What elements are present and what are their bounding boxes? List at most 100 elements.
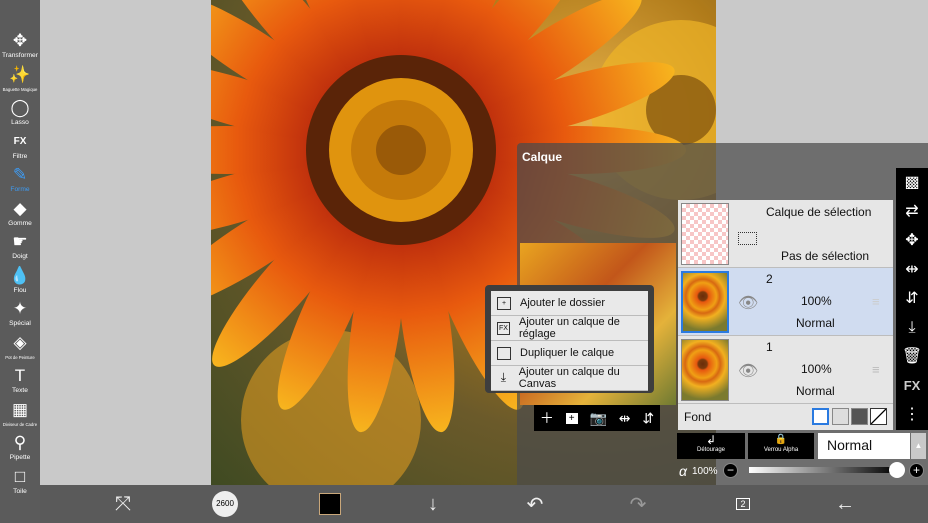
visibility-eye-icon[interactable]: 👁 [738,361,758,381]
menu-item[interactable]: ⤓ Ajouter un calque du Canvas [491,366,648,391]
bg-none-option[interactable] [870,408,887,425]
tool-eraser[interactable]: ◆ Gomme [0,199,40,228]
layer-row[interactable]: 👁 2 100% Normal ≡ [678,268,893,336]
tool-special[interactable]: ✦ Spécial [0,299,40,328]
menu-item-label: Dupliquer le calque [520,347,615,359]
merge-down-icon[interactable]: ⤓ [896,314,928,342]
tool-fx[interactable]: FX Filtre [0,132,40,161]
tool-label: Transformer [2,52,38,59]
special-icon: ✦ [12,299,28,318]
smudge-icon: ☛ [12,232,28,251]
tool-label: Texte [12,387,28,394]
opacity-slider-handle[interactable] [889,462,905,478]
add-special-layer-icon[interactable]: + [565,412,578,424]
layer-thumbnail [681,271,729,333]
opacity-increase-button[interactable]: + [909,463,924,478]
frame-divider-icon: ▦ [11,399,29,419]
move-icon[interactable]: ✥ [896,227,928,255]
bg-white-option[interactable] [812,408,829,425]
layer-thumbnail [681,339,729,401]
background-row: Fond [678,404,893,430]
visibility-eye-icon[interactable]: 👁 [738,293,758,313]
add-layer-menu: + Ajouter le dossier FX Ajouter un calque d… [485,285,654,393]
eyedropper-icon: ⚲ [13,433,27,452]
blend-mode-dropdown-icon[interactable]: ▲ [911,433,926,459]
flip-vertical-icon[interactable]: ⇵ [896,285,928,313]
flip-vertical-icon[interactable]: ⇵ [642,410,654,427]
duplicate-icon [497,346,511,360]
flip-horizontal-icon[interactable]: ⇹ [896,256,928,284]
lasso-icon: ◯ [10,98,30,117]
bg-dark-checker-option[interactable] [851,408,868,425]
layer-opacity: 100% [801,362,832,376]
tool-sidebar: ✥ Transformer ✨ Baguette Magique ◯ Lasso FX Fil… [0,0,40,523]
back-icon[interactable]: ← [830,485,860,523]
layer-actions-bar: ▩ ⇄ ✥ ⇹ ⇵ ⤓ 🗑 FX ⋮ [896,168,928,430]
tool-magic-wand[interactable]: ✨ Baguette Magique [0,65,40,94]
color-button[interactable] [317,485,343,523]
tool-bucket[interactable]: ◈ Pot de Peinture [0,333,40,362]
layers-button[interactable]: 2 [728,485,758,523]
brush-icon: ✎ [12,165,28,184]
opacity-decrease-button[interactable]: − [723,463,738,478]
clipping-button[interactable]: ↲ Détourage [677,433,745,459]
layer-blend-mode: Normal [796,316,835,330]
tool-label: Doigt [12,253,28,260]
alpha-icon: α [679,463,687,479]
tool-label: Spécial [9,320,31,327]
tool-label: Filtre [12,152,28,160]
menu-item[interactable]: + Ajouter le dossier [491,291,648,316]
text-icon: T [14,366,26,385]
background-label: Fond [684,410,712,424]
panel-title: Calque [522,150,563,164]
alpha-lock-button[interactable]: 🔒 Verrou Alpha [748,433,814,459]
selection-icon [738,232,757,245]
tool-text[interactable]: T Texte [0,366,40,395]
tool-smudge[interactable]: ☛ Doigt [0,232,40,261]
brush-size-button[interactable]: 2600 [210,485,240,523]
blur-icon: 💧 [9,265,31,285]
tool-label: Gomme [8,219,32,227]
redo-icon[interactable]: ↷ [623,485,653,523]
tool-label: Flou [13,286,27,294]
transfer-icon[interactable]: ⇄ [896,198,928,226]
tool-brush[interactable]: ✎ Forme [0,165,40,194]
checker-icon[interactable]: ▩ [896,169,928,197]
tool-label: Pipette [9,454,31,461]
opacity-slider[interactable] [749,467,897,473]
download-icon[interactable]: ↓ [418,485,448,523]
canvas-icon: □ [14,466,26,486]
fx-icon[interactable]: FX [896,372,928,400]
camera-icon[interactable]: 📷 [589,410,606,427]
tool-label: Forme [10,186,30,193]
trash-icon[interactable]: 🗑 [896,343,928,371]
selection-layer-row[interactable]: Calque de sélection Pas de sélection [678,200,893,268]
tool-blur[interactable]: 💧 Flou [0,266,40,295]
layer-thumbnail [681,203,729,265]
menu-item[interactable]: FX Ajouter un calque de réglage [491,316,648,341]
undo-icon[interactable]: ↶ [520,485,550,523]
flip-horizontal-icon[interactable]: ⇹ [619,410,631,427]
eraser-icon: ◆ [13,198,27,218]
layer-blend-mode: Normal [796,384,835,398]
tool-frame-divider[interactable]: ▦ Diviseur de Cadre [0,400,40,429]
move-icon: ✥ [12,31,28,50]
more-icon[interactable]: ⋮ [896,401,928,429]
blend-mode-select[interactable]: Normal [818,433,910,459]
tool-canvas[interactable]: □ Toile [0,467,40,496]
menu-item[interactable]: Dupliquer le calque [491,341,648,366]
menu-item-label: Ajouter un calque du Canvas [518,366,620,390]
folder-add-icon: + [497,296,511,310]
tool-eyedropper[interactable]: ⚲ Pipette [0,433,40,462]
brush-eraser-swap-icon[interactable]: ⤧ [105,485,141,523]
drag-handle-icon[interactable]: ≡ [872,362,880,377]
drag-handle-icon[interactable]: ≡ [872,294,880,309]
bg-transparent-option[interactable] [832,408,849,425]
add-layer-bar: ＋ + 📷 ⇹ ⇵ [534,405,660,431]
tool-lasso[interactable]: ◯ Lasso [0,98,40,127]
bottom-bar: ⤧ 2600 ↓ ↶ ↷ 2 ← [40,485,928,523]
tool-label: Baguette Magique [2,86,38,92]
layer-row[interactable]: 👁 1 100% Normal ≡ [678,336,893,404]
add-layer-icon[interactable]: ＋ [540,408,554,428]
tool-move[interactable]: ✥ Transformer [0,31,40,60]
